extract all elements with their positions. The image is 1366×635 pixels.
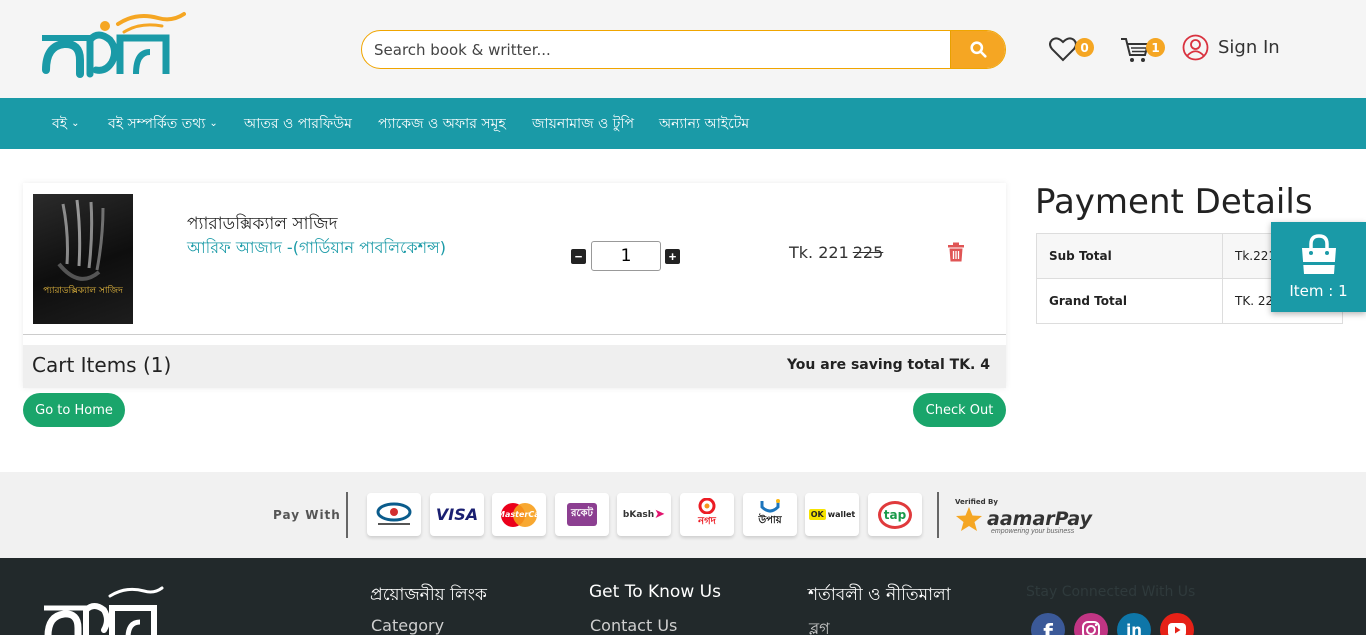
nav-item-label: প্যাকেজ ও অফার সমূহ xyxy=(378,115,506,132)
grand-total-label: Grand Total xyxy=(1036,278,1223,324)
book-cover-image[interactable]: প্যারাডক্সিক্যাল সাজিদ xyxy=(33,194,133,324)
wishlist-count-badge: 0 xyxy=(1075,38,1094,57)
youtube-icon[interactable] xyxy=(1160,613,1194,635)
tap-logo: tap xyxy=(868,493,922,536)
main-nav: বই ⌄ বই সম্পর্কিত তথ্য ⌄ আতর ও পারফিউম প্য… xyxy=(0,98,1366,149)
remove-item-button[interactable] xyxy=(947,242,965,267)
book-cover-title: প্যারাডক্সিক্যাল সাজিদ xyxy=(43,286,123,296)
search-bar xyxy=(361,30,1006,69)
payment-methods-strip: Pay With VISA MasterCard রকেট bKash ➤ নগদ… xyxy=(0,472,1366,558)
cart-count-badge: 1 xyxy=(1146,38,1165,57)
footer-know-us-title: Get To Know Us xyxy=(589,582,721,602)
aamarpay-tagline: empowering your business xyxy=(991,528,1075,535)
nav-item-label: বই সম্পর্কিত তথ্য xyxy=(108,115,206,132)
instagram-icon[interactable] xyxy=(1074,613,1108,635)
aamarpay-logo: aamarPay empowering your business xyxy=(955,506,1092,535)
cart-summary-bar: Cart Items (1) You are saving total TK. … xyxy=(23,345,1006,388)
saving-text: You are saving total TK. 4 xyxy=(786,357,990,373)
floating-cart-button[interactable]: Item : 1 xyxy=(1271,222,1366,312)
shopping-bag-icon xyxy=(1301,234,1336,274)
sign-in-link[interactable]: Sign In xyxy=(1182,34,1280,61)
nav-item-label: বই xyxy=(52,115,68,132)
book-author[interactable]: আরিফ আজাদ -(গার্ডিয়ান পাবলিকেশন্স) xyxy=(187,235,446,262)
wishlist-button[interactable]: 0 xyxy=(1049,36,1099,66)
visa-logo: VISA xyxy=(430,493,484,536)
nagad-logo: নগদ xyxy=(680,493,734,536)
nav-item-label: আতর ও পারফিউম xyxy=(244,115,352,132)
mastercard-logo: MasterCard xyxy=(492,493,546,536)
facebook-icon[interactable]: f xyxy=(1031,613,1065,635)
current-price: Tk. 221 xyxy=(789,243,849,262)
nav-item-other[interactable]: অন্যান্য আইটেম xyxy=(659,98,749,149)
bkash-logo: bKash ➤ xyxy=(617,493,671,536)
pay-with-label: Pay With xyxy=(273,508,341,522)
footer-link-contact-us[interactable]: Contact Us xyxy=(590,616,677,635)
search-button[interactable] xyxy=(950,31,1005,68)
footer-useful-links-title: প্রয়োজনীয় লিংক xyxy=(370,585,487,605)
search-icon xyxy=(969,41,987,58)
upay-logo: উপায় xyxy=(743,493,797,536)
mastercard-text: MasterCard xyxy=(497,509,546,519)
nav-item-books[interactable]: বই ⌄ xyxy=(52,98,79,149)
site-logo[interactable] xyxy=(40,10,186,82)
nav-item-packages[interactable]: প্যাকেজ ও অফার সমূহ xyxy=(378,98,506,149)
chevron-down-icon: ⌄ xyxy=(209,118,218,129)
site-footer: প্রয়োজনীয় লিংক Category Get To Know Us… xyxy=(0,558,1366,635)
wallet-logo: OK wallet xyxy=(805,493,859,536)
nav-item-perfume[interactable]: আতর ও পারফিউম xyxy=(244,98,352,149)
go-to-home-button[interactable]: Go to Home xyxy=(23,393,125,427)
payment-details-title: Payment Details xyxy=(1035,182,1313,222)
dbbl-logo xyxy=(367,493,421,536)
footer-logo[interactable] xyxy=(44,586,164,635)
tap-text: tap xyxy=(878,500,912,529)
cart-items-count: Cart Items (1) xyxy=(32,353,172,377)
sub-total-label: Sub Total xyxy=(1036,233,1223,279)
divider xyxy=(23,334,1006,335)
user-icon xyxy=(1182,34,1209,61)
linkedin-icon[interactable]: in xyxy=(1117,613,1151,635)
rocket-text: রকেট xyxy=(567,503,597,526)
nav-item-label: অন্যান্য আইটেম xyxy=(659,115,750,132)
chevron-down-icon: ⌄ xyxy=(71,118,80,129)
star-icon xyxy=(956,507,982,531)
site-header: 0 1 Sign In xyxy=(0,0,1366,98)
divider xyxy=(346,492,348,538)
stay-connected-label: Stay Connected With Us xyxy=(1026,584,1196,600)
cart-panel: প্যারাডক্সিক্যাল সাজিদ প্যারাডক্সিক্যাল … xyxy=(23,183,1006,388)
footer-link-blog[interactable]: ব্লগ xyxy=(809,616,830,635)
nagad-text: নগদ xyxy=(698,516,716,527)
footer-link-category[interactable]: Category xyxy=(371,616,444,635)
upay-text: উপায় xyxy=(758,515,782,526)
quantity-input[interactable] xyxy=(591,241,661,271)
nav-item-prayer-mat[interactable]: জায়নামাজ ও টুপি xyxy=(532,98,634,149)
divider xyxy=(937,492,939,538)
nav-item-book-info[interactable]: বই সম্পর্কিত তথ্য ⌄ xyxy=(108,98,218,149)
nav-item-label: জায়নামাজ ও টুপি xyxy=(532,115,634,132)
aamarpay-name: aamarPay xyxy=(987,508,1092,530)
quantity-increase-button[interactable]: + xyxy=(665,249,680,264)
footer-terms-title: শর্তাবলী ও নীতিমালা xyxy=(808,585,951,605)
search-input[interactable] xyxy=(362,31,952,68)
verified-by-label: Verified By xyxy=(955,498,998,506)
heart-icon xyxy=(1049,37,1077,62)
floating-cart-label: Item : 1 xyxy=(1289,282,1348,300)
sign-in-label: Sign In xyxy=(1218,37,1280,58)
book-cover-art xyxy=(57,199,105,281)
old-price: 225 xyxy=(852,243,884,262)
checkout-button[interactable]: Check Out xyxy=(913,393,1006,427)
bkash-text: bKash xyxy=(622,509,655,520)
item-price: Tk. 221 225 xyxy=(789,243,883,262)
trash-icon xyxy=(948,242,964,262)
wallet-text: wallet xyxy=(827,510,856,519)
rocket-logo: রকেট xyxy=(555,493,609,536)
quantity-decrease-button[interactable]: − xyxy=(571,249,586,264)
cart-button[interactable]: 1 xyxy=(1120,36,1170,66)
